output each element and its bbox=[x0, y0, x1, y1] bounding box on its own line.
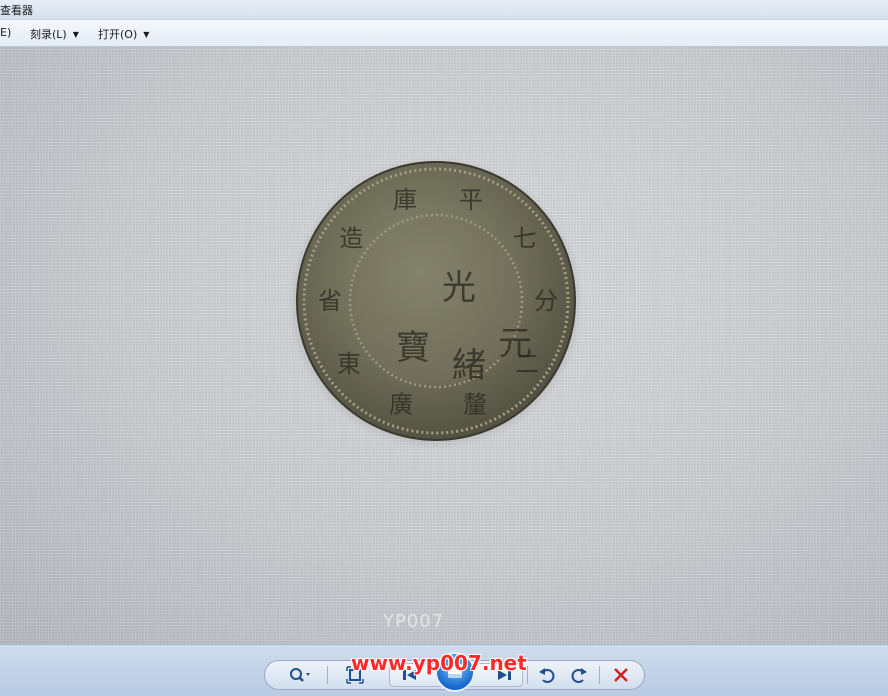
zoom-icon[interactable] bbox=[287, 665, 311, 685]
coin-character: 緒 bbox=[452, 346, 486, 386]
chevron-down-icon: ▼ bbox=[143, 30, 150, 39]
coin-character: 省 bbox=[318, 287, 342, 315]
window-title: 查看器 bbox=[0, 4, 33, 17]
coin-character: 庫 bbox=[393, 186, 417, 214]
coin-character: 光 bbox=[442, 268, 476, 308]
menu-item-label: 打开(O) bbox=[98, 28, 138, 41]
toolbar-divider bbox=[527, 666, 528, 684]
coin-character: 寶 bbox=[396, 328, 430, 368]
rotate-right-icon[interactable] bbox=[567, 665, 591, 685]
chevron-down-icon: ▼ bbox=[72, 30, 79, 39]
coin-character: 東 bbox=[337, 350, 361, 378]
site-watermark: www.yp007.net bbox=[351, 651, 527, 675]
menu-item-edit[interactable]: E) bbox=[0, 26, 11, 39]
faint-watermark: YP007 bbox=[383, 611, 445, 632]
rotate-left-icon[interactable] bbox=[535, 665, 559, 685]
coin-center bbox=[352, 217, 520, 385]
toolbar-divider bbox=[599, 666, 600, 684]
toolbar-divider bbox=[327, 666, 328, 684]
coin-character: 釐 bbox=[463, 390, 487, 418]
delete-icon[interactable] bbox=[609, 665, 633, 685]
title-bar: 查看器 bbox=[0, 0, 888, 20]
coin-character: 七 bbox=[513, 225, 537, 253]
coin-character: 平 bbox=[459, 186, 483, 214]
image-viewport[interactable]: 光緒元寶廣東省造庫平七分二釐 YP007 bbox=[0, 47, 888, 644]
menu-item-label: 刻录(L) bbox=[30, 28, 67, 41]
coin-photo: 光緒元寶廣東省造庫 平七分二釐 bbox=[288, 157, 584, 449]
menu-bar: E) 刻录(L) ▼ 打开(O) ▼ bbox=[0, 20, 888, 47]
coin-character: 造 bbox=[339, 225, 363, 253]
menu-item-open[interactable]: 打开(O) ▼ bbox=[98, 26, 149, 42]
coin-character: 分 bbox=[534, 287, 558, 315]
menu-item-label: E) bbox=[0, 26, 12, 39]
coin-character: 二 bbox=[515, 350, 539, 378]
menu-item-burn[interactable]: 刻录(L) ▼ bbox=[30, 26, 79, 42]
coin-character: 廣 bbox=[389, 390, 413, 418]
